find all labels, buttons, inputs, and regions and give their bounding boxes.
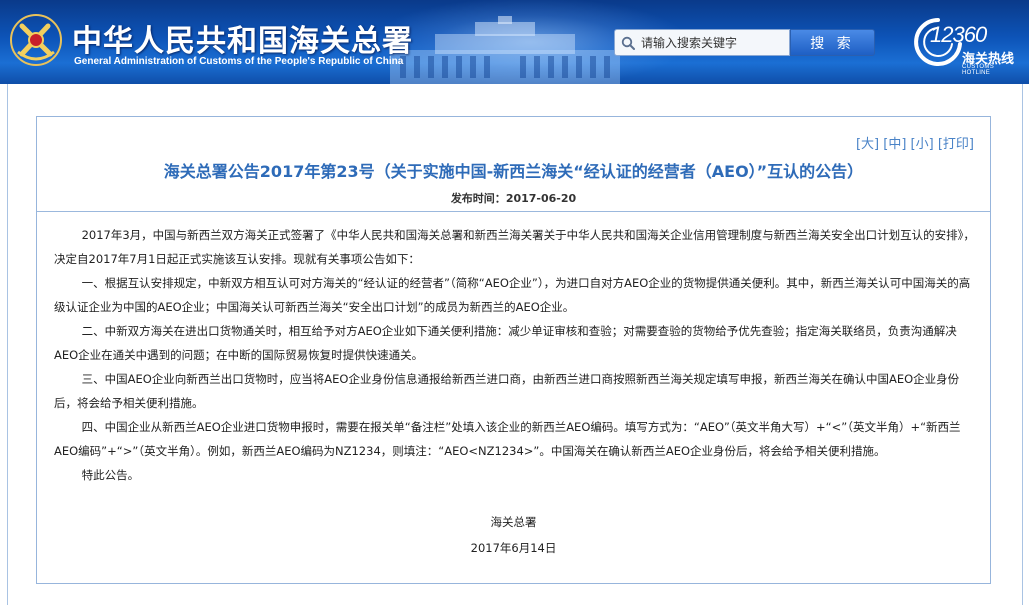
article-panel: [大] [中] [小] [打印] 海关总署公告2017年第23号（关于实施中国-… (36, 116, 991, 584)
article-paragraph: 四、中国企业从新西兰AEO企业进口货物申报时，需要在报关单“备注栏”处填入该企业… (54, 420, 961, 458)
signature-issuer: 海关总署 (490, 515, 537, 529)
site-header: 中华人民共和国海关总署 General Administration of Cu… (0, 0, 1029, 84)
article-paragraph: 三、中国AEO企业向新西兰出口货物时，应当将AEO企业身份信息通报给新西兰进口商… (54, 372, 960, 410)
print-link[interactable]: [打印] (938, 137, 974, 152)
signature-date: 2017年6月14日 (470, 541, 557, 555)
publish-date-label: 发布时间： (450, 192, 506, 205)
site-subtitle: General Administration of Customs of the… (74, 56, 404, 67)
article-paragraph: 特此公告。 (81, 468, 140, 482)
customs-emblem-logo (10, 14, 62, 66)
publish-date: 发布时间：2017-06-20 (37, 190, 990, 206)
search-input[interactable] (641, 35, 781, 50)
hotline-number: 12360 (930, 22, 987, 47)
article-body: 2017年3月，中国与新西兰双方海关正式签署了《中华人民共和国海关总署和新西兰海… (54, 223, 976, 487)
article-paragraph: 二、中新双方海关在进出口货物通关时，相互给予对方AEO企业如下通关便利措施：减少… (54, 324, 957, 362)
article-title: 海关总署公告2017年第23号（关于实施中国-新西兰海关“经认证的经营者（AEO… (163, 162, 864, 181)
hotline-english-label: CUSTOMS HOTLINE (962, 64, 994, 76)
search-icon (615, 30, 641, 55)
search-button[interactable]: 搜 索 (790, 29, 875, 56)
article-signature: 海关总署 2017年6月14日 (37, 509, 990, 561)
font-size-large-link[interactable]: [大] (856, 137, 879, 152)
publish-date-value: 2017-06-20 (505, 192, 577, 205)
article-paragraph: 2017年3月，中国与新西兰双方海关正式签署了《中华人民共和国海关总署和新西兰海… (54, 228, 975, 266)
article-paragraph: 一、根据互认安排规定，中新双方相互认可对方海关的“经认证的经营者”（简称“AEO… (54, 276, 971, 314)
site-title: 中华人民共和国海关总署 (72, 24, 413, 59)
font-size-medium-link[interactable]: [中] (883, 137, 906, 152)
search-box (614, 29, 790, 56)
title-divider (37, 211, 990, 212)
hotline-logo[interactable]: 12360 海关热线 CUSTOMS HOTLINE (908, 14, 1020, 76)
text-size-controls: [大] [中] [小] [打印] (856, 133, 974, 152)
customs-building-image (390, 16, 620, 84)
font-size-small-link[interactable]: [小] (911, 137, 934, 152)
